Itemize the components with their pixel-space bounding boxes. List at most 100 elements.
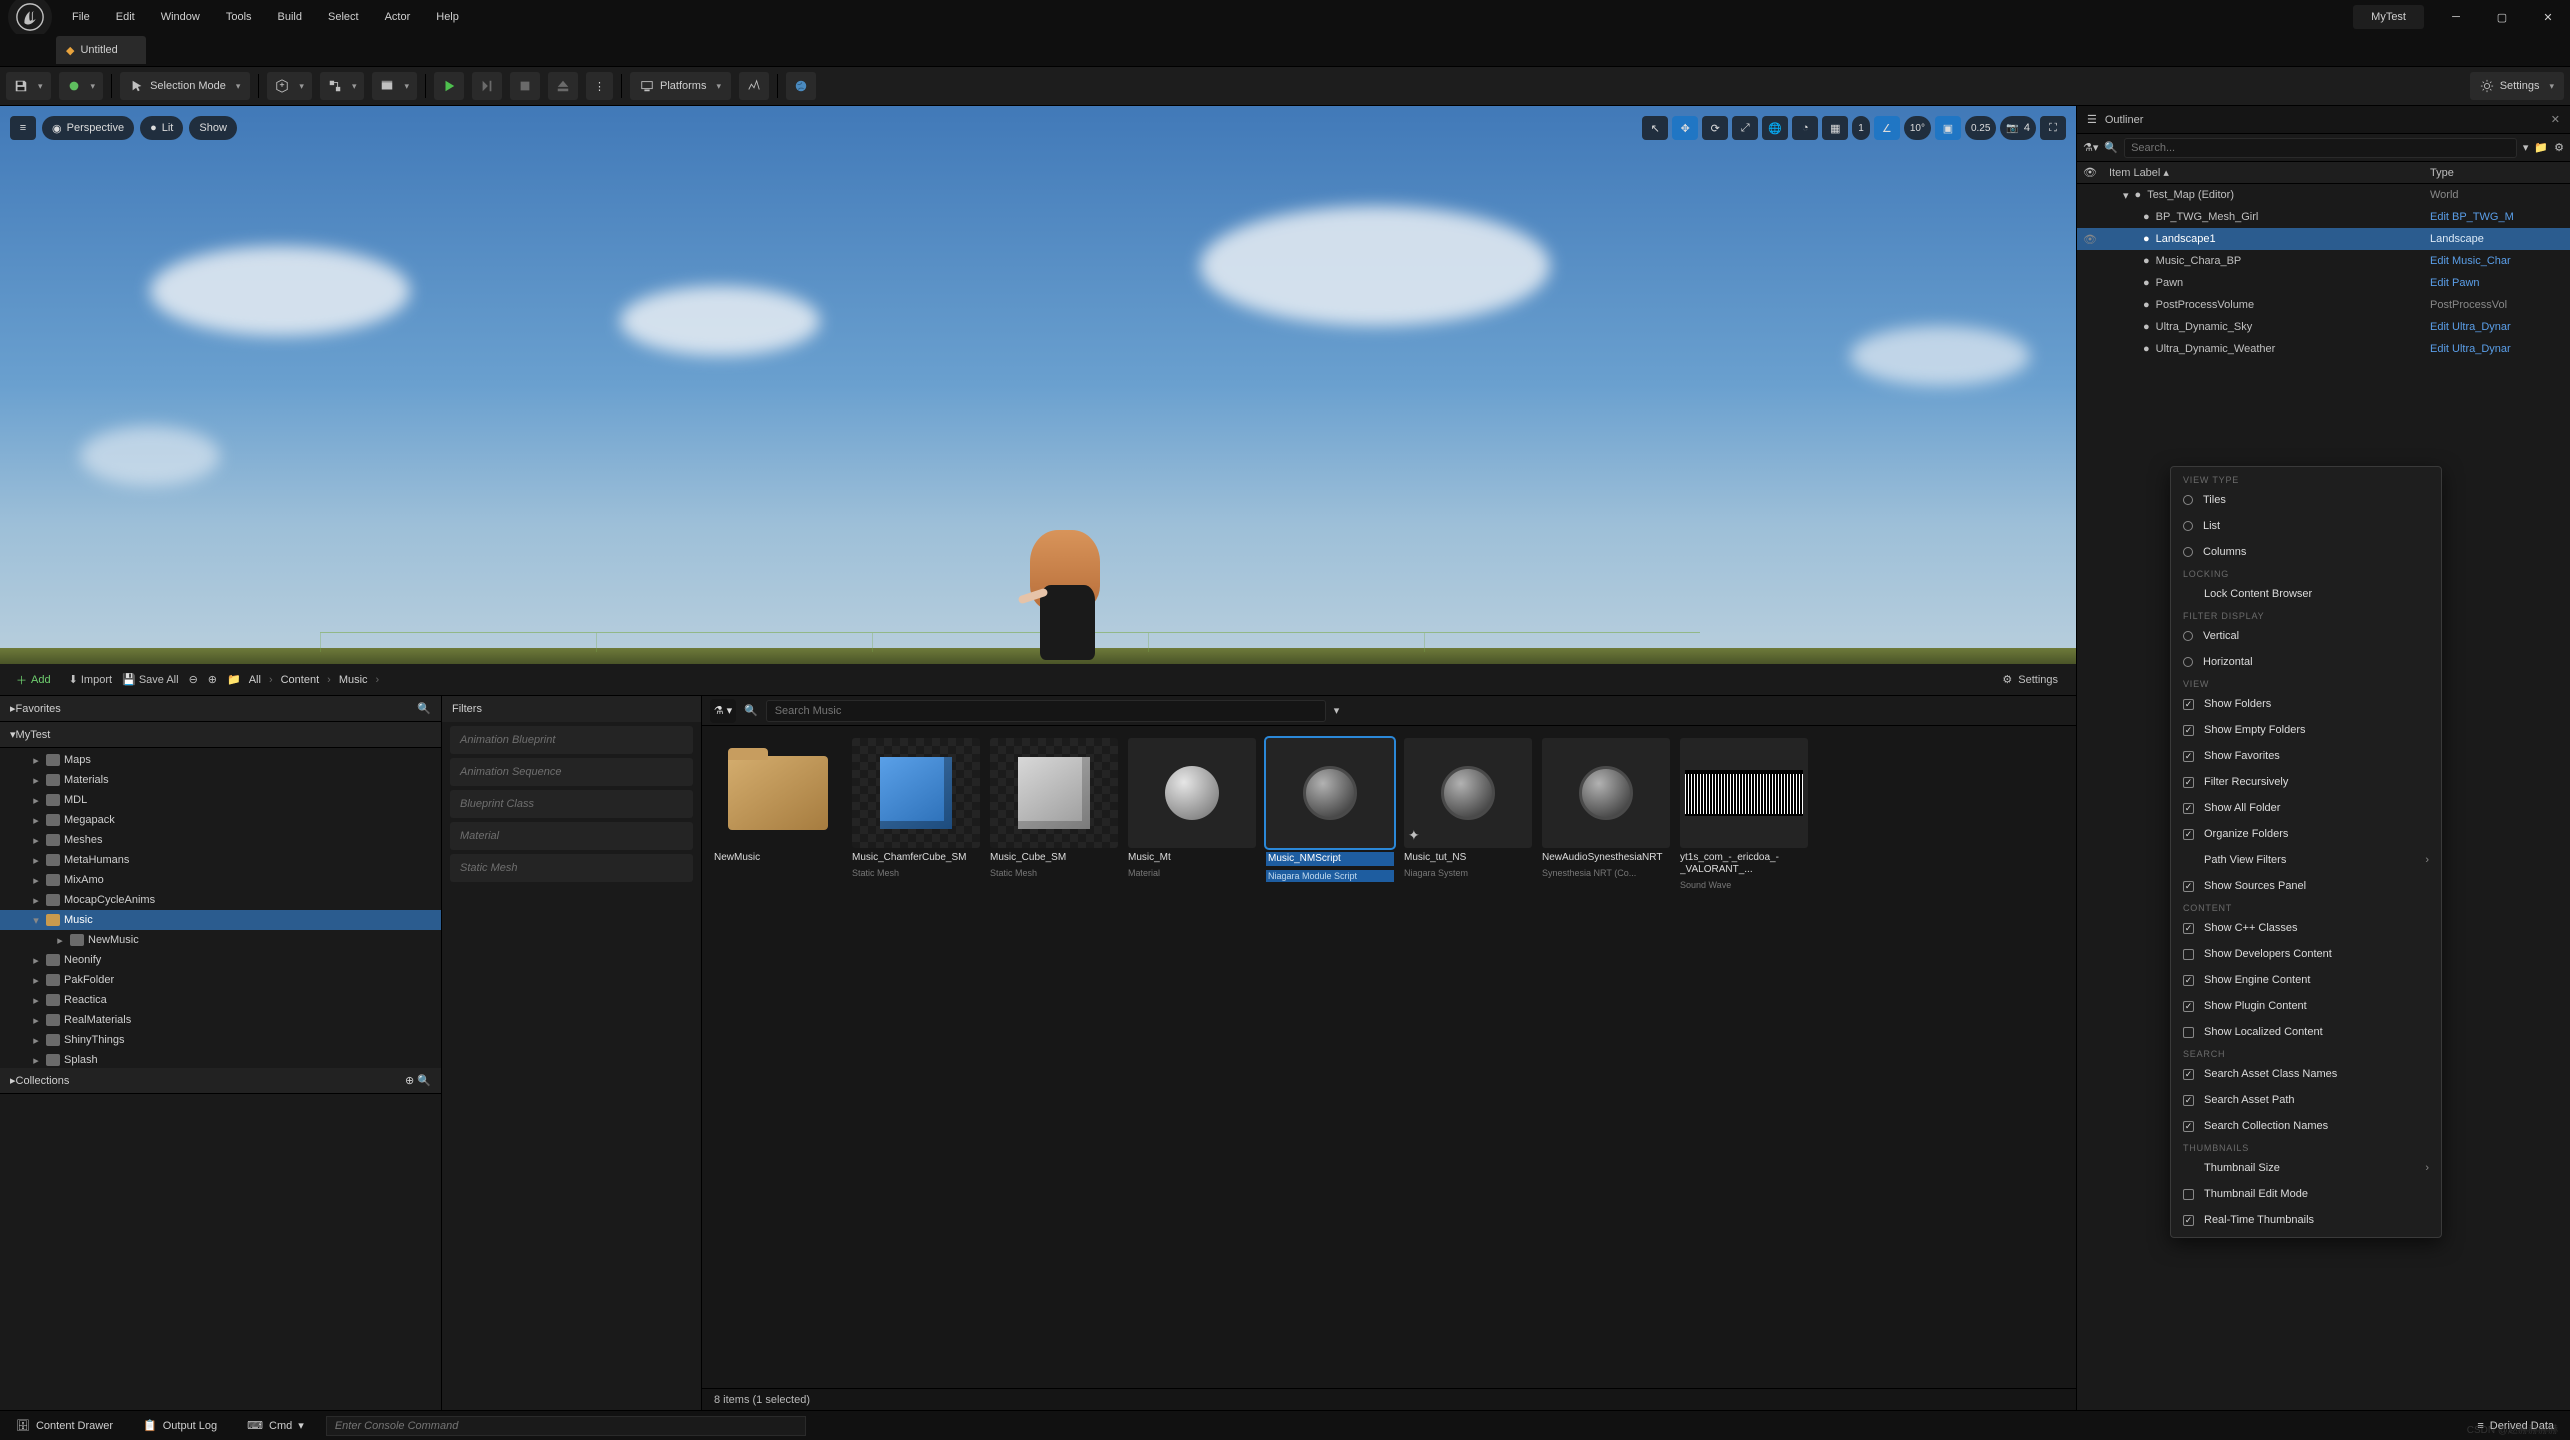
- search-options[interactable]: ▾: [2523, 141, 2529, 154]
- outliner-search[interactable]: [2124, 138, 2517, 158]
- outliner-row[interactable]: ● Pawn Edit Pawn: [2077, 272, 2570, 294]
- perspective-button[interactable]: ◉ Perspective: [42, 116, 134, 140]
- platforms-button[interactable]: Platforms: [630, 72, 731, 100]
- tree-node-maps[interactable]: ▸Maps: [0, 750, 441, 770]
- menu-tools[interactable]: Tools: [214, 3, 264, 31]
- rotate-tool[interactable]: ⟳: [1702, 116, 1728, 140]
- menu-item[interactable]: Columns: [2171, 539, 2441, 565]
- outliner-row[interactable]: ▾ ● Test_Map (Editor) World: [2077, 184, 2570, 206]
- tree-node-mocapcycleanims[interactable]: ▸MocapCycleAnims: [0, 890, 441, 910]
- tree-node-meshes[interactable]: ▸Meshes: [0, 830, 441, 850]
- outliner-row[interactable]: ● Music_Chara_BP Edit Music_Char: [2077, 250, 2570, 272]
- menu-item[interactable]: Show Plugin Content: [2171, 993, 2441, 1019]
- tree-node-newmusic[interactable]: ▸NewMusic: [0, 930, 441, 950]
- filter-button[interactable]: ⚗ ▾: [710, 699, 736, 723]
- add-button[interactable]: ＋ Add: [8, 668, 59, 692]
- asset-tile[interactable]: NewMusic: [714, 738, 842, 890]
- asset-tile[interactable]: NewAudioSynesthesiaNRT Synesthesia NRT (…: [1542, 738, 1670, 890]
- add-content-button[interactable]: [267, 72, 312, 100]
- show-button[interactable]: Show: [189, 116, 237, 140]
- cmd-button[interactable]: ⌨ Cmd ▾: [239, 1415, 312, 1437]
- filter-icon[interactable]: ⚗▾: [2083, 141, 2098, 154]
- maximize-button[interactable]: ▢: [2480, 2, 2524, 32]
- breadcrumb[interactable]: 📁 All› Content› Music›: [227, 673, 379, 686]
- minimize-button[interactable]: ─: [2434, 2, 2478, 32]
- scale-tool[interactable]: ⤢: [1732, 116, 1758, 140]
- menu-file[interactable]: File: [60, 3, 102, 31]
- maximize-viewport[interactable]: ⛶: [2040, 116, 2066, 140]
- tree-node-megapack[interactable]: ▸Megapack: [0, 810, 441, 830]
- new-folder[interactable]: 📁: [2534, 141, 2548, 154]
- viewport-menu-button[interactable]: ≡: [10, 116, 36, 140]
- select-tool[interactable]: ↖: [1642, 116, 1668, 140]
- menu-item[interactable]: Search Asset Class Names: [2171, 1061, 2441, 1087]
- camera-speed[interactable]: 📷 4: [2000, 116, 2036, 140]
- outliner-row[interactable]: 👁 ● Landscape1 Landscape: [2077, 228, 2570, 250]
- angle-value[interactable]: 10°: [1904, 116, 1931, 140]
- menu-item[interactable]: Show Folders: [2171, 691, 2441, 717]
- visibility-column[interactable]: 👁: [2077, 166, 2103, 179]
- menu-item[interactable]: Search Asset Path: [2171, 1087, 2441, 1113]
- favorites-section[interactable]: ▸ Favorites🔍: [0, 696, 441, 722]
- outliner-row[interactable]: ● BP_TWG_Mesh_Girl Edit BP_TWG_M: [2077, 206, 2570, 228]
- tree-node-shinythings[interactable]: ▸ShinyThings: [0, 1030, 441, 1050]
- modes-button[interactable]: [59, 72, 104, 100]
- search-dropdown[interactable]: ▾: [1334, 704, 1340, 717]
- project-section[interactable]: ▾ MyTest: [0, 722, 441, 748]
- collections-section[interactable]: ▸ Collections⊕ 🔍: [0, 1068, 441, 1094]
- outliner-row[interactable]: ● Ultra_Dynamic_Weather Edit Ultra_Dynar: [2077, 338, 2570, 360]
- menu-item[interactable]: Show Developers Content: [2171, 941, 2441, 967]
- tree-node-mixamo[interactable]: ▸MixAmo: [0, 870, 441, 890]
- play-options-button[interactable]: ⋮: [586, 72, 613, 100]
- viewport[interactable]: ≡ ◉ Perspective ● Lit Show ↖ ✥ ⟳ ⤢ 🌐 ◔ ▦…: [0, 106, 2076, 664]
- console-input[interactable]: [326, 1416, 806, 1436]
- menu-item[interactable]: List: [2171, 513, 2441, 539]
- save-all-button[interactable]: 💾 Save All: [122, 673, 179, 686]
- grid-size[interactable]: 1: [1852, 116, 1870, 140]
- filter-chip[interactable]: Animation Sequence: [450, 758, 693, 786]
- skip-button[interactable]: [472, 72, 502, 100]
- outliner-settings[interactable]: ⚙: [2554, 141, 2564, 154]
- menu-item[interactable]: Lock Content Browser: [2171, 581, 2441, 607]
- menu-help[interactable]: Help: [424, 3, 471, 31]
- asset-search-input[interactable]: [766, 700, 1326, 722]
- tree-node-reactica[interactable]: ▸Reactica: [0, 990, 441, 1010]
- tree-node-neonify[interactable]: ▸Neonify: [0, 950, 441, 970]
- menu-build[interactable]: Build: [266, 3, 314, 31]
- close-button[interactable]: ✕: [2526, 2, 2570, 32]
- lit-button[interactable]: ● Lit: [140, 116, 183, 140]
- menu-item[interactable]: Search Collection Names: [2171, 1113, 2441, 1139]
- filter-chip[interactable]: Material: [450, 822, 693, 850]
- menu-item[interactable]: Show All Folder: [2171, 795, 2441, 821]
- stop-button[interactable]: [510, 72, 540, 100]
- menu-item[interactable]: Show Sources Panel: [2171, 873, 2441, 899]
- tree-node-materials[interactable]: ▸Materials: [0, 770, 441, 790]
- blueprint-button[interactable]: [320, 72, 365, 100]
- angle-snap[interactable]: ∠: [1874, 116, 1900, 140]
- play-button[interactable]: [434, 72, 464, 100]
- menu-item[interactable]: Path View Filters›: [2171, 847, 2441, 873]
- outliner-row[interactable]: ● PostProcessVolume PostProcessVol: [2077, 294, 2570, 316]
- asset-tile[interactable]: Music_ChamferCube_SM Static Mesh: [852, 738, 980, 890]
- menu-item[interactable]: Vertical: [2171, 623, 2441, 649]
- translate-tool[interactable]: ✥: [1672, 116, 1698, 140]
- save-button[interactable]: [6, 72, 51, 100]
- asset-tile[interactable]: yt1s_com_-_ericdoa_-_VALORANT_... Sound …: [1680, 738, 1808, 890]
- surface-snap[interactable]: ◔: [1792, 116, 1818, 140]
- type-column[interactable]: Type: [2430, 167, 2570, 179]
- asset-tile[interactable]: Music_Mt Material: [1128, 738, 1256, 890]
- cb-settings-button[interactable]: ⚙ Settings: [1992, 673, 2068, 686]
- selection-mode-button[interactable]: Selection Mode: [120, 72, 250, 100]
- world-local-toggle[interactable]: 🌐: [1762, 116, 1788, 140]
- menu-item[interactable]: Show C++ Classes: [2171, 915, 2441, 941]
- cinematics-button[interactable]: [372, 72, 417, 100]
- menu-item[interactable]: Tiles: [2171, 487, 2441, 513]
- tree-node-mdl[interactable]: ▸MDL: [0, 790, 441, 810]
- filter-chip[interactable]: Blueprint Class: [450, 790, 693, 818]
- output-log-button[interactable]: 📋 Output Log: [135, 1415, 225, 1437]
- tree-node-pakfolder[interactable]: ▸PakFolder: [0, 970, 441, 990]
- close-panel[interactable]: ✕: [2551, 113, 2560, 126]
- menu-item[interactable]: Real-Time Thumbnails: [2171, 1207, 2441, 1233]
- outliner-row[interactable]: ● Ultra_Dynamic_Sky Edit Ultra_Dynar: [2077, 316, 2570, 338]
- menu-window[interactable]: Window: [149, 3, 212, 31]
